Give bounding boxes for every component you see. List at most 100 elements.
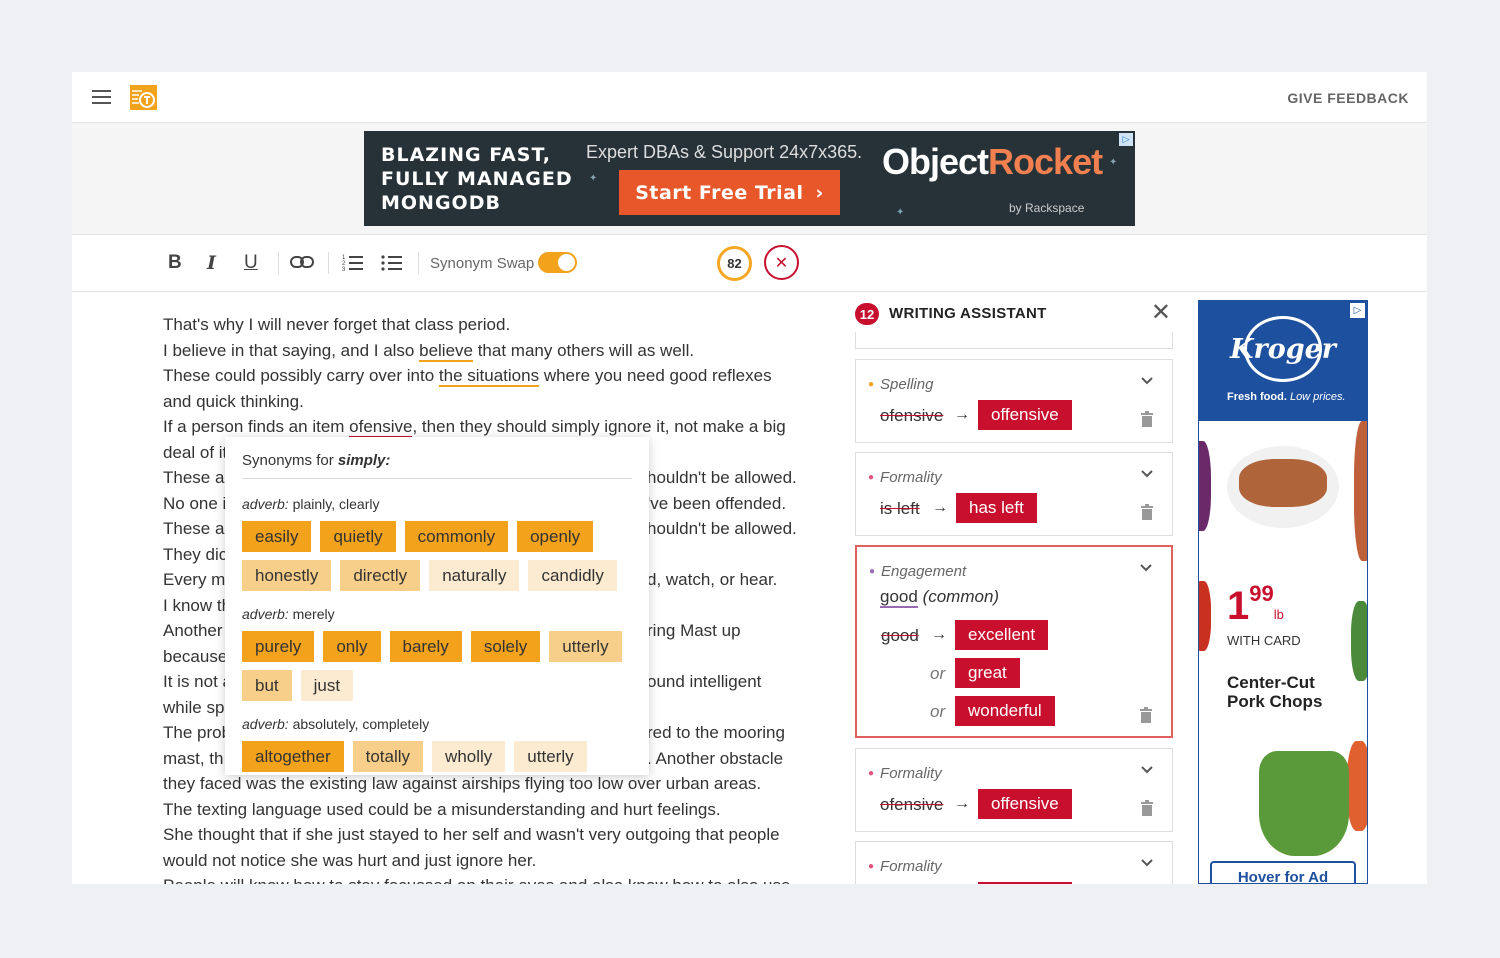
adchoices-icon[interactable]: ▷: [1350, 303, 1365, 318]
synonym-chip[interactable]: utterly: [549, 631, 622, 662]
synonym-chip[interactable]: directly: [340, 560, 421, 591]
kroger-side-ad[interactable]: Kroger Fresh food. Low prices. ▷ 199lb W…: [1198, 300, 1368, 884]
close-panel-icon[interactable]: ✕: [1151, 298, 1171, 327]
text-run: The prob: [163, 723, 232, 742]
replacement-button[interactable]: offensive: [978, 789, 1072, 819]
synonym-swap-toggle[interactable]: [538, 252, 577, 273]
link-icon[interactable]: [290, 255, 314, 269]
price-unit: lb: [1273, 607, 1284, 622]
bold-button[interactable]: B: [168, 252, 182, 274]
chevron-right-icon: ›: [815, 181, 824, 204]
flagged-word[interactable]: the situations: [438, 366, 540, 387]
banner-ad[interactable]: BLAZING FAST, FULLY MANAGED MONGODB Expe…: [364, 131, 1135, 226]
suggestion-card-active[interactable]: ● Engagement good (common) good → excelle…: [855, 545, 1173, 738]
part-of-speech: adverb:: [242, 606, 289, 622]
synonym-chip[interactable]: barely: [389, 631, 462, 662]
replacement-button[interactable]: wonderful: [955, 696, 1055, 726]
brand-part: Object: [882, 141, 989, 182]
synonym-group-label: adverb: absolutely, completely: [242, 716, 632, 732]
numbered-list-icon[interactable]: 123: [342, 253, 364, 273]
replacement-button[interactable]: offensive: [978, 400, 1072, 430]
close-icon: ✕: [774, 254, 789, 272]
synonym-chip[interactable]: just: [300, 670, 354, 701]
ad-header: Kroger Fresh food. Low prices. ▷: [1199, 301, 1367, 421]
chevron-down-icon[interactable]: [1140, 763, 1154, 777]
text-run: mast, th: [163, 748, 224, 768]
chevron-down-icon[interactable]: [1140, 374, 1154, 388]
editor-line: The texting language used could be a mis…: [163, 799, 721, 819]
tagline-part: Low prices.: [1286, 391, 1346, 403]
trash-icon[interactable]: [1139, 707, 1153, 723]
underline-button[interactable]: U: [244, 252, 258, 274]
text-run: I know th: [163, 595, 232, 615]
title-word: simply:: [337, 452, 391, 469]
synonym-chip[interactable]: easily: [242, 521, 312, 552]
banner-headline: BLAZING FAST, FULLY MANAGED MONGODB: [381, 143, 573, 215]
meaning: merely: [292, 606, 335, 622]
hover-for-ad-button[interactable]: Hover for Ad: [1210, 861, 1356, 883]
issue-count-badge: 12: [855, 303, 879, 325]
banner-subtitle: Expert DBAs & Support 24x7x365.: [586, 142, 863, 162]
synonym-chip[interactable]: openly: [517, 521, 594, 552]
synonym-chip[interactable]: utterly: [514, 741, 587, 772]
text-run: No one i: [163, 493, 227, 513]
chevron-down-icon[interactable]: [1140, 467, 1154, 481]
pepper-image: [1199, 581, 1211, 651]
synonym-chip[interactable]: commonly: [404, 521, 509, 552]
editor-line: If a person finds an item ofensive, then…: [163, 414, 803, 440]
writing-assistant-header: 12 WRITING ASSISTANT ✕: [855, 294, 1173, 332]
flagged-word[interactable]: ofensive: [349, 417, 413, 438]
suggestion-card[interactable]: ● Spelling ofensive → offensive: [855, 359, 1173, 443]
suggestion-card[interactable]: [855, 332, 1173, 349]
chevron-down-icon[interactable]: [1139, 561, 1153, 575]
suggestion-card[interactable]: ● Formality: [855, 841, 1173, 884]
synonym-chip[interactable]: altogether: [242, 741, 344, 772]
synonym-chip[interactable]: naturally: [429, 560, 520, 591]
suggestion-card[interactable]: ● Formality ofensive → offensive: [855, 748, 1173, 832]
brand-part: Rocket: [988, 141, 1103, 182]
replacement-button[interactable]: has left: [956, 493, 1037, 523]
flagged-word[interactable]: believe: [419, 340, 473, 362]
synonym-chip[interactable]: quietly: [320, 521, 396, 552]
app-logo[interactable]: [130, 85, 157, 110]
text-run: These could possibly carry over into: [163, 366, 439, 385]
synonym-chip[interactable]: honestly: [242, 560, 332, 591]
suggestion-card[interactable]: ● Formality is left → has left: [855, 452, 1173, 536]
bullet-list-icon[interactable]: [381, 253, 403, 273]
editor-line: People will know how to stay focussed on…: [163, 873, 803, 884]
text-run: 've been offended.: [647, 493, 787, 513]
close-circle-button[interactable]: ✕: [764, 245, 799, 280]
give-feedback-link[interactable]: GIVE FEEDBACK: [1287, 90, 1409, 106]
category-label: Engagement: [881, 563, 967, 580]
synonym-chip[interactable]: purely: [242, 631, 315, 662]
top-bar: GIVE FEEDBACK: [72, 72, 1427, 123]
synonym-chip[interactable]: but: [242, 670, 292, 701]
adchoices-icon[interactable]: ▷: [1119, 133, 1133, 146]
synonym-chip[interactable]: totally: [352, 741, 424, 772]
replacement-button[interactable]: [978, 882, 1072, 884]
italic-button[interactable]: I: [207, 252, 216, 274]
editor-line: would not notice she was hurt and just i…: [163, 850, 537, 870]
tagline-part: Fresh food.: [1227, 391, 1287, 403]
start-free-trial-button[interactable]: Start Free Trial ›: [619, 170, 840, 215]
menu-icon[interactable]: [92, 90, 111, 104]
replacement-button[interactable]: great: [955, 658, 1020, 688]
trash-icon[interactable]: [1140, 411, 1154, 427]
text-run: It is not a: [163, 672, 232, 691]
synonym-chip[interactable]: candidly: [528, 560, 617, 591]
chevron-down-icon[interactable]: [1140, 856, 1154, 870]
flagged-word-line: good (common): [880, 587, 999, 608]
panel-title: WRITING ASSISTANT: [889, 305, 1047, 322]
product-line: Pork Chops: [1227, 692, 1323, 711]
synonym-chip[interactable]: only: [323, 631, 381, 662]
synonym-chip[interactable]: wholly: [432, 741, 506, 772]
trash-icon[interactable]: [1140, 504, 1154, 520]
carrot-image: [1354, 421, 1367, 561]
synonym-chip[interactable]: solely: [470, 631, 541, 662]
part-of-speech: adverb:: [242, 716, 289, 732]
synonym-swap-label: Synonym Swap: [430, 255, 535, 272]
synonyms-popup: Synonyms for simply: adverb: plainly, cl…: [225, 437, 649, 775]
arrow-right-icon: →: [954, 795, 970, 812]
trash-icon[interactable]: [1140, 800, 1154, 816]
replacement-button[interactable]: excellent: [955, 620, 1049, 650]
